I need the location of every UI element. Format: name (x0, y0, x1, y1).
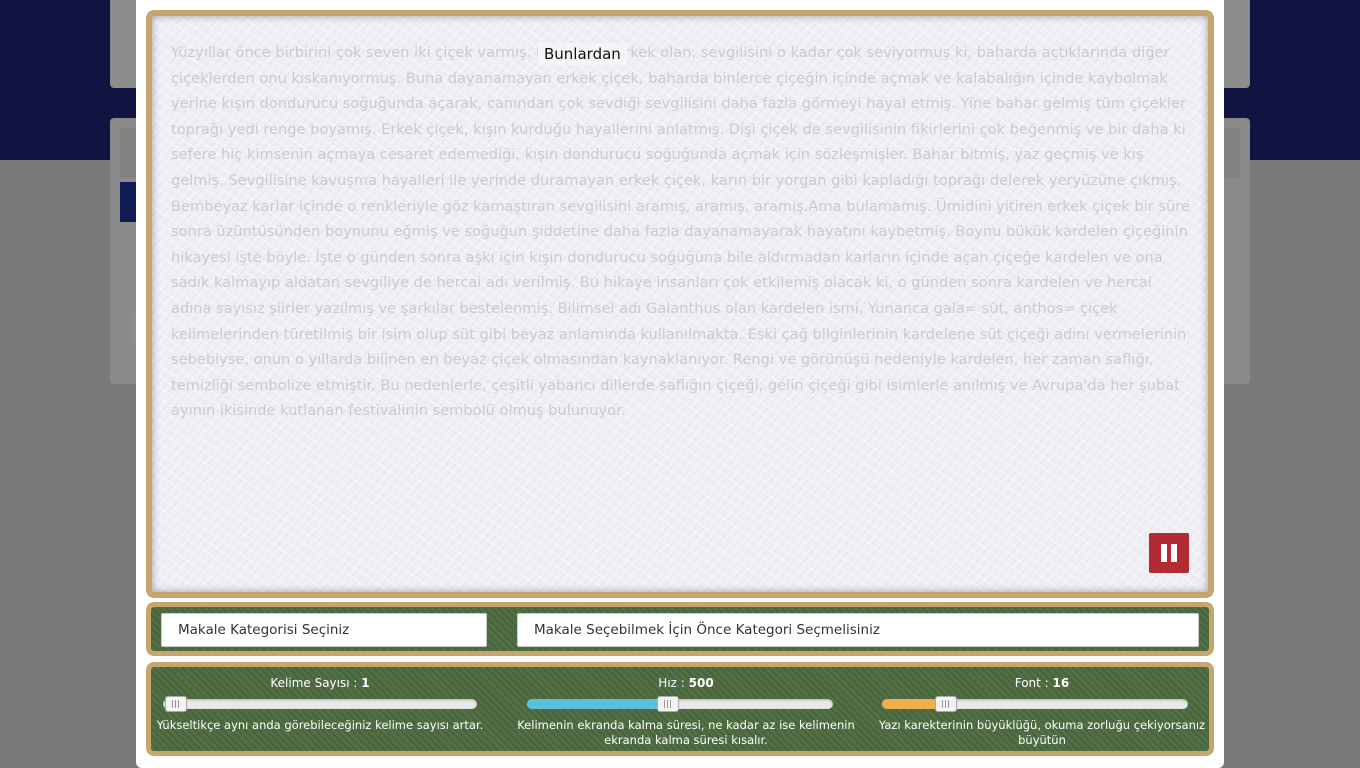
font-value: 16 (1052, 676, 1070, 690)
category-select[interactable]: Makale Kategorisi Seçiniz (161, 613, 487, 647)
speed-description: Kelimenin ekranda kalma süresi, ne kadar… (517, 718, 855, 747)
word-count-value: 1 (361, 676, 370, 690)
speed-label: Hız : 500 (658, 676, 714, 690)
reading-area: Yüzyıllar önce birbirini çok seven iki ç… (146, 10, 1214, 598)
speed-value: 500 (688, 676, 714, 690)
font-label: Font : 16 (1014, 676, 1070, 690)
selection-panel: Makale Kategorisi Seçiniz Makale Seçebil… (146, 602, 1214, 656)
font-slider[interactable] (882, 696, 1188, 712)
word-count-handle[interactable] (164, 696, 187, 712)
pause-button[interactable] (1149, 533, 1189, 573)
current-word: Bunlardan (538, 43, 627, 65)
article-select[interactable]: Makale Seçebilmek İçin Önce Kategori Seç… (517, 613, 1199, 647)
word-count-label: Kelime Sayısı : 1 (270, 676, 370, 690)
speed-handle[interactable] (656, 696, 679, 712)
font-handle[interactable] (935, 696, 958, 712)
speed-fill (527, 699, 668, 709)
speed-reader-modal: Yüzyıllar önce birbirini çok seven iki ç… (136, 0, 1224, 768)
word-count-slider[interactable] (163, 696, 477, 712)
speed-slider[interactable] (527, 696, 833, 712)
article-text: Yüzyıllar önce birbirini çok seven iki ç… (171, 44, 1190, 420)
word-count-description: Yükseltikçe aynı anda görebileceğiniz ke… (156, 718, 484, 732)
font-description: Yazı karekterinin büyüklüğü, okuma zorlu… (878, 718, 1206, 747)
settings-panel: Kelime Sayısı : 1 Yükseltikçe aynı anda … (146, 662, 1214, 756)
